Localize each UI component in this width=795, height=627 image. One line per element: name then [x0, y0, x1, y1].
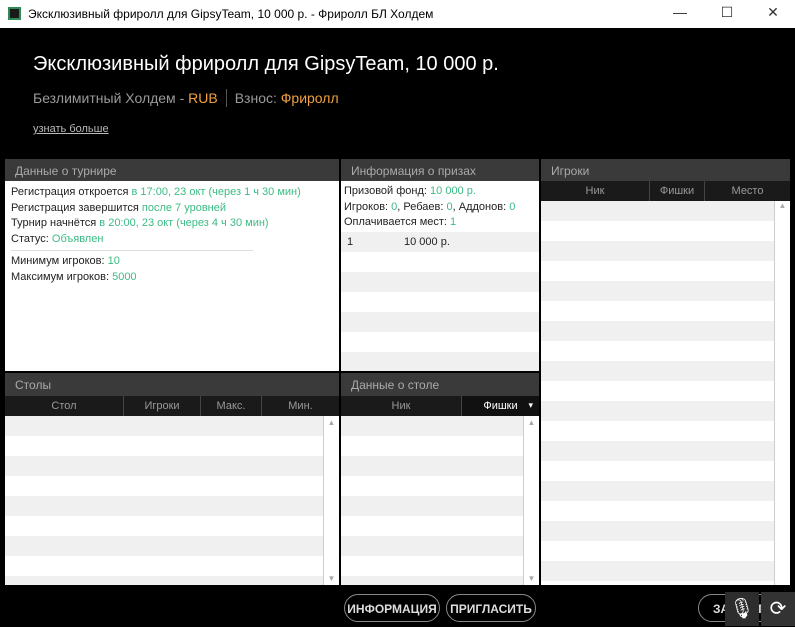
- label: Игроков:: [344, 200, 392, 213]
- col-nick[interactable]: Ник: [541, 181, 650, 201]
- paid-places: 1: [450, 216, 457, 228]
- status-value: Объявлен: [51, 232, 104, 245]
- label: Оплачивается мест:: [344, 216, 451, 228]
- tables-panel: Столы Стол Игроки Макс. Мин. ▲ ▼: [5, 373, 339, 585]
- refresh-icon[interactable]: ⟳: [761, 592, 795, 626]
- tables-list: ▲ ▼: [5, 416, 339, 585]
- prize-info-panel: Информация о призах Призовой фонд: 10 00…: [341, 159, 539, 371]
- reg-close-value: после 7 уровней: [141, 201, 227, 214]
- col-min[interactable]: Мин.: [262, 396, 339, 416]
- addons-count: 0: [509, 200, 516, 213]
- label: Призовой фонд:: [344, 185, 431, 197]
- label: Статус:: [11, 232, 52, 245]
- start-value: в 20:00, 23 окт (через 4 ч 30 мин): [99, 217, 269, 229]
- label: Турнир начнётся: [11, 217, 100, 229]
- col-place[interactable]: Место: [705, 181, 790, 201]
- label: , Аддонов:: [452, 200, 510, 213]
- panel-title: Столы: [5, 373, 339, 396]
- col-max[interactable]: Макс.: [201, 396, 262, 416]
- tournament-info-panel: Данные о турнире Регистрация откроется в…: [5, 159, 339, 371]
- table-data-panel: Данные о столе Ник Фишки ▾ ▲ ▼: [341, 373, 539, 585]
- prize-list: 1 10 000 р.: [341, 232, 539, 371]
- game-type: Безлимитный Холдем -: [33, 90, 189, 106]
- max-players: 5000: [112, 270, 137, 283]
- col-nick[interactable]: Ник: [341, 396, 462, 416]
- app-icon: [8, 7, 21, 20]
- scrollbar[interactable]: ▲ ▼: [323, 416, 339, 585]
- title-bar: Эксклюзивный фриролл для GipsyTeam, 10 0…: [0, 0, 795, 28]
- microphone-icon[interactable]: 🎙: [725, 592, 759, 626]
- page-title: Эксклюзивный фриролл для GipsyTeam, 10 0…: [33, 53, 499, 75]
- min-players: 10: [107, 255, 120, 267]
- col-chips-label: Фишки: [483, 400, 518, 412]
- amount: 10 000 р.: [404, 236, 450, 248]
- col-chips[interactable]: Фишки: [650, 181, 705, 201]
- label: Регистрация завершится: [11, 201, 142, 214]
- prize-row: 1 10 000 р.: [341, 232, 539, 252]
- window-title: Эксклюзивный фриролл для GipsyTeam, 10 0…: [28, 7, 434, 21]
- maximize-button[interactable]: ☐: [704, 4, 750, 24]
- invite-button[interactable]: ПРИГЛАСИТЬ: [446, 594, 536, 622]
- scrollbar[interactable]: ▲ ▼: [523, 416, 539, 585]
- currency: RUB: [188, 90, 218, 106]
- panel-title: Игроки: [541, 159, 790, 181]
- learn-more-link[interactable]: узнать больше: [33, 123, 109, 135]
- label: Минимум игроков:: [11, 255, 108, 267]
- col-players[interactable]: Игроки: [124, 396, 201, 416]
- label: Максимум игроков:: [11, 270, 113, 283]
- players-list: ▲: [541, 201, 790, 585]
- panel-title: Информация о призах: [341, 159, 539, 181]
- fee-label: Взнос:: [234, 90, 281, 106]
- col-chips[interactable]: Фишки ▾: [462, 396, 539, 416]
- label: Регистрация откроется: [11, 186, 132, 198]
- sort-desc-icon: ▾: [528, 400, 533, 410]
- close-window-button[interactable]: ✕: [750, 4, 795, 24]
- subtitle: Безлимитный Холдем - RUB Взнос: Фриролл: [33, 89, 339, 107]
- players-panel: Игроки Ник Фишки Место ▲: [541, 159, 790, 585]
- scrollbar[interactable]: ▲: [774, 201, 790, 585]
- col-table[interactable]: Стол: [5, 396, 124, 416]
- minimize-button[interactable]: —: [657, 4, 703, 24]
- prize-fund: 10 000 р.: [430, 185, 476, 197]
- fee-value: Фриролл: [280, 90, 339, 106]
- table-players-list: ▲ ▼: [341, 416, 539, 585]
- info-button[interactable]: ИНФОРМАЦИЯ: [344, 594, 440, 622]
- panel-title: Данные о турнире: [5, 159, 339, 181]
- panel-title: Данные о столе: [341, 373, 539, 396]
- label: , Ребаев:: [397, 200, 447, 213]
- reg-open-value: в 17:00, 23 окт (через 1 ч 30 мин): [131, 186, 301, 198]
- place: 1: [347, 236, 354, 248]
